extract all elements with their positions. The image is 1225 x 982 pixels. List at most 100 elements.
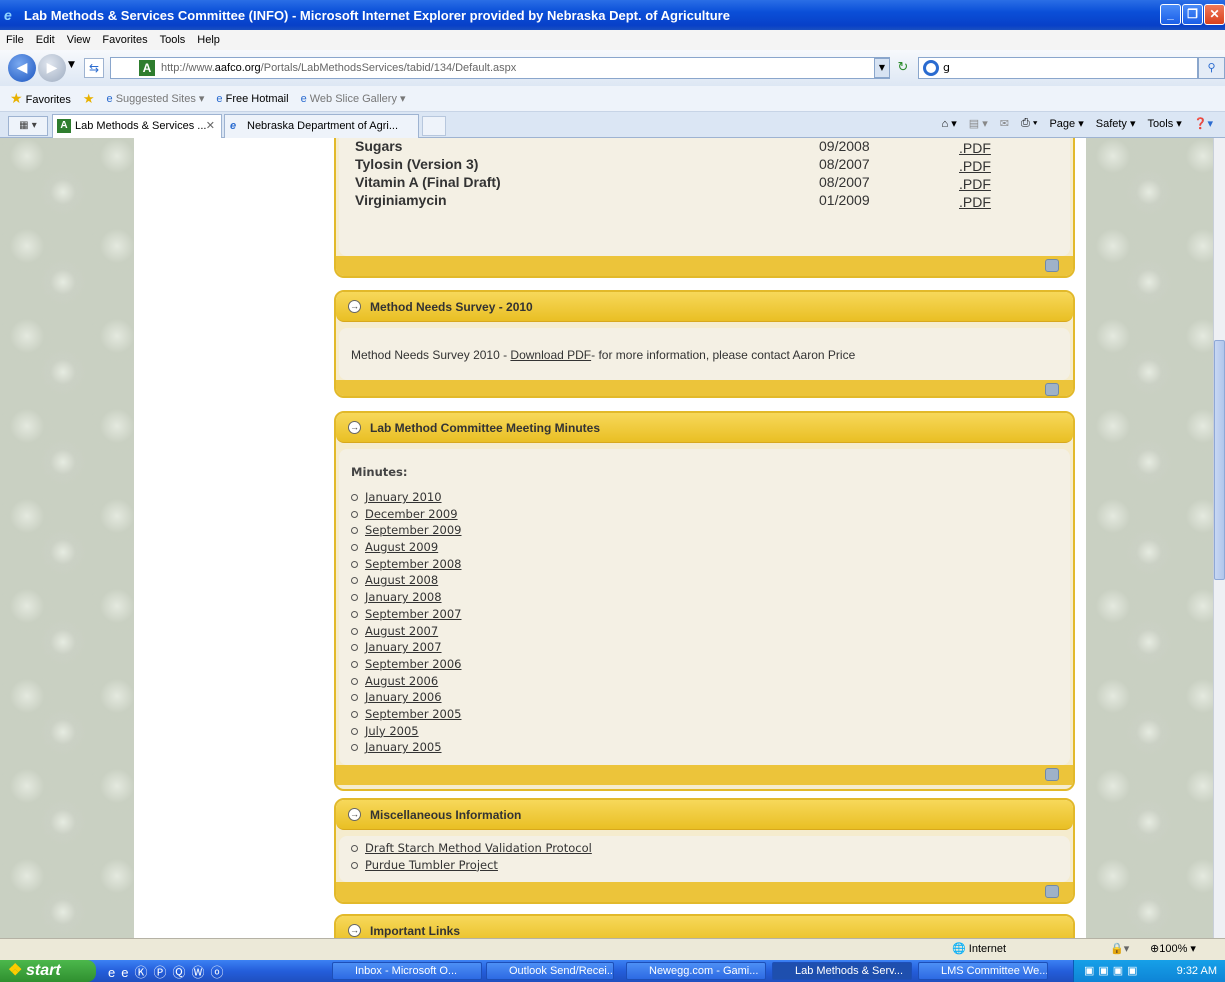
method-name: Tylosin (Version 3): [355, 156, 479, 172]
minutes-link[interactable]: September 2005: [351, 706, 1070, 723]
minutes-link[interactable]: January 2006: [351, 689, 1070, 706]
minutes-link[interactable]: July 2005: [351, 723, 1070, 740]
address-bar[interactable]: A http://www.aafco.org/Portals/LabMethod…: [110, 57, 890, 79]
method-pdf-link[interactable]: .PDF: [959, 176, 991, 192]
task-inbox[interactable]: Inbox - Microsoft O...: [332, 962, 482, 980]
protected-mode-icon[interactable]: 🔒▾: [1110, 942, 1129, 955]
windows-logo-icon: ❖: [8, 962, 23, 979]
quick-tabs-icon[interactable]: ▦ ▾: [8, 116, 48, 136]
new-tab-button[interactable]: [422, 116, 446, 136]
misc-panel-header[interactable]: → Miscellaneous Information: [336, 800, 1073, 830]
search-input[interactable]: g: [918, 57, 1198, 79]
task-lms-committee[interactable]: LMS Committee We...: [918, 962, 1048, 980]
mail-icon[interactable]: ✉: [1000, 117, 1009, 130]
minutes-panel-header[interactable]: → Lab Method Committee Meeting Minutes: [336, 413, 1073, 443]
tools-menu[interactable]: Tools ▾: [1148, 117, 1182, 130]
favorites-button[interactable]: ★ Favorites: [10, 90, 71, 107]
print-module-icon[interactable]: [1045, 768, 1059, 781]
minutes-heading: Minutes:: [351, 465, 408, 479]
quick-launch-icons[interactable]: eeⓀⓅⓆⓌⓞ: [108, 962, 229, 981]
method-pdf-link[interactable]: .PDF: [959, 158, 991, 174]
page-menu[interactable]: Page ▾: [1049, 117, 1083, 130]
clock: 9:32 AM: [1176, 965, 1217, 977]
tab-label: Nebraska Department of Agri...: [247, 120, 399, 132]
address-dropdown-icon[interactable]: ▼: [874, 58, 890, 78]
minutes-link[interactable]: August 2009: [351, 539, 1070, 556]
menu-bar: File Edit View Favorites Tools Help: [0, 30, 1225, 50]
print-module-icon[interactable]: [1045, 383, 1059, 396]
fav-free-hotmail[interactable]: e Free Hotmail: [216, 93, 288, 105]
methods-table: Sugars 09/2008 .PDF Tylosin (Version 3) …: [339, 138, 1070, 256]
misc-link[interactable]: Draft Starch Method Validation Protocol: [351, 840, 1070, 857]
minutes-link[interactable]: January 2007: [351, 639, 1070, 656]
safety-menu[interactable]: Safety ▾: [1096, 117, 1136, 130]
print-module-icon[interactable]: [1045, 259, 1059, 272]
tab-close-icon[interactable]: ✕: [206, 115, 215, 137]
collapse-icon[interactable]: →: [348, 924, 361, 937]
misc-link[interactable]: Purdue Tumbler Project: [351, 857, 1070, 874]
minutes-link[interactable]: August 2008: [351, 572, 1070, 589]
feeds-icon[interactable]: ▤ ▾: [969, 117, 988, 130]
task-lab-methods[interactable]: Lab Methods & Serv...: [772, 962, 912, 980]
ie-logo-icon: e: [4, 7, 12, 23]
scrollbar-thumb[interactable]: [1214, 340, 1225, 580]
tab-lab-methods[interactable]: A Lab Methods & Services ... ✕: [52, 114, 222, 138]
minutes-link[interactable]: December 2009: [351, 506, 1070, 523]
survey-text-after: - for more information, please contact A…: [591, 348, 856, 362]
start-button[interactable]: ❖ start: [0, 960, 96, 982]
minutes-link[interactable]: January 2010: [351, 489, 1070, 506]
tray-icons[interactable]: ▣▣▣▣: [1084, 960, 1142, 982]
task-newegg[interactable]: Newegg.com - Gami...: [626, 962, 766, 980]
methods-panel: Sugars 09/2008 .PDF Tylosin (Version 3) …: [334, 138, 1075, 278]
download-pdf-link[interactable]: Download PDF: [510, 348, 591, 362]
menu-tools[interactable]: Tools: [154, 34, 192, 46]
forward-button[interactable]: ▶: [38, 54, 66, 82]
minimize-button[interactable]: _: [1160, 4, 1181, 25]
method-pdf-link[interactable]: .PDF: [959, 194, 991, 210]
ie-icon: e: [106, 93, 113, 105]
collapse-icon[interactable]: →: [348, 421, 361, 434]
minutes-link[interactable]: January 2008: [351, 589, 1070, 606]
fav-web-slice-gallery[interactable]: e Web Slice Gallery ▾: [301, 92, 406, 105]
method-pdf-link[interactable]: .PDF: [959, 140, 991, 156]
fav-free-hotmail-label: Free Hotmail: [225, 92, 289, 105]
start-label: start: [26, 962, 61, 979]
fav-suggested-sites[interactable]: e Suggested Sites ▾: [107, 92, 205, 105]
restore-button[interactable]: ❐: [1182, 4, 1203, 25]
menu-edit[interactable]: Edit: [30, 34, 61, 46]
tab-nebraska[interactable]: e Nebraska Department of Agri...: [224, 114, 419, 138]
collapse-icon[interactable]: →: [348, 808, 361, 821]
window-title-bar: e Lab Methods & Services Committee (INFO…: [0, 0, 1225, 30]
menu-help[interactable]: Help: [191, 34, 226, 46]
minutes-link[interactable]: September 2008: [351, 556, 1070, 573]
task-outlook[interactable]: Outlook Send/Recei...: [486, 962, 614, 980]
home-icon[interactable]: ⌂ ▾: [942, 117, 957, 130]
menu-view[interactable]: View: [61, 34, 97, 46]
minutes-link[interactable]: January 2005: [351, 739, 1070, 756]
help-icon[interactable]: ❓▾: [1194, 117, 1213, 130]
compatibility-view-icon[interactable]: ⇆: [84, 58, 104, 78]
menu-favorites[interactable]: Favorites: [96, 34, 153, 46]
menu-file[interactable]: File: [0, 34, 30, 46]
minutes-link[interactable]: August 2006: [351, 673, 1070, 690]
add-favorites-icon[interactable]: ★: [83, 91, 95, 107]
zoom-control[interactable]: ⊕100% ▾: [1150, 942, 1196, 955]
print-module-icon[interactable]: [1045, 885, 1059, 898]
print-icon[interactable]: ⎙ ▾: [1021, 117, 1037, 130]
minutes-link[interactable]: September 2009: [351, 522, 1070, 539]
misc-body: Draft Starch Method Validation Protocol …: [339, 836, 1070, 882]
links-panel-header[interactable]: → Important Links: [336, 916, 1073, 938]
refresh-icon[interactable]: ↻: [893, 58, 913, 78]
history-dropdown-icon[interactable]: ▼: [68, 60, 75, 70]
url-prefix: http://www.: [161, 62, 215, 74]
back-button[interactable]: ◀: [8, 54, 36, 82]
close-button[interactable]: ✕: [1204, 4, 1225, 25]
minutes-link[interactable]: September 2006: [351, 656, 1070, 673]
survey-panel-header[interactable]: → Method Needs Survey - 2010: [336, 292, 1073, 322]
collapse-icon[interactable]: →: [348, 300, 361, 313]
search-button-icon[interactable]: ⚲: [1198, 57, 1225, 79]
minutes-link[interactable]: August 2007: [351, 623, 1070, 640]
zone-label: Internet: [968, 943, 1007, 955]
ie-icon: e: [230, 120, 237, 132]
minutes-link[interactable]: September 2007: [351, 606, 1070, 623]
